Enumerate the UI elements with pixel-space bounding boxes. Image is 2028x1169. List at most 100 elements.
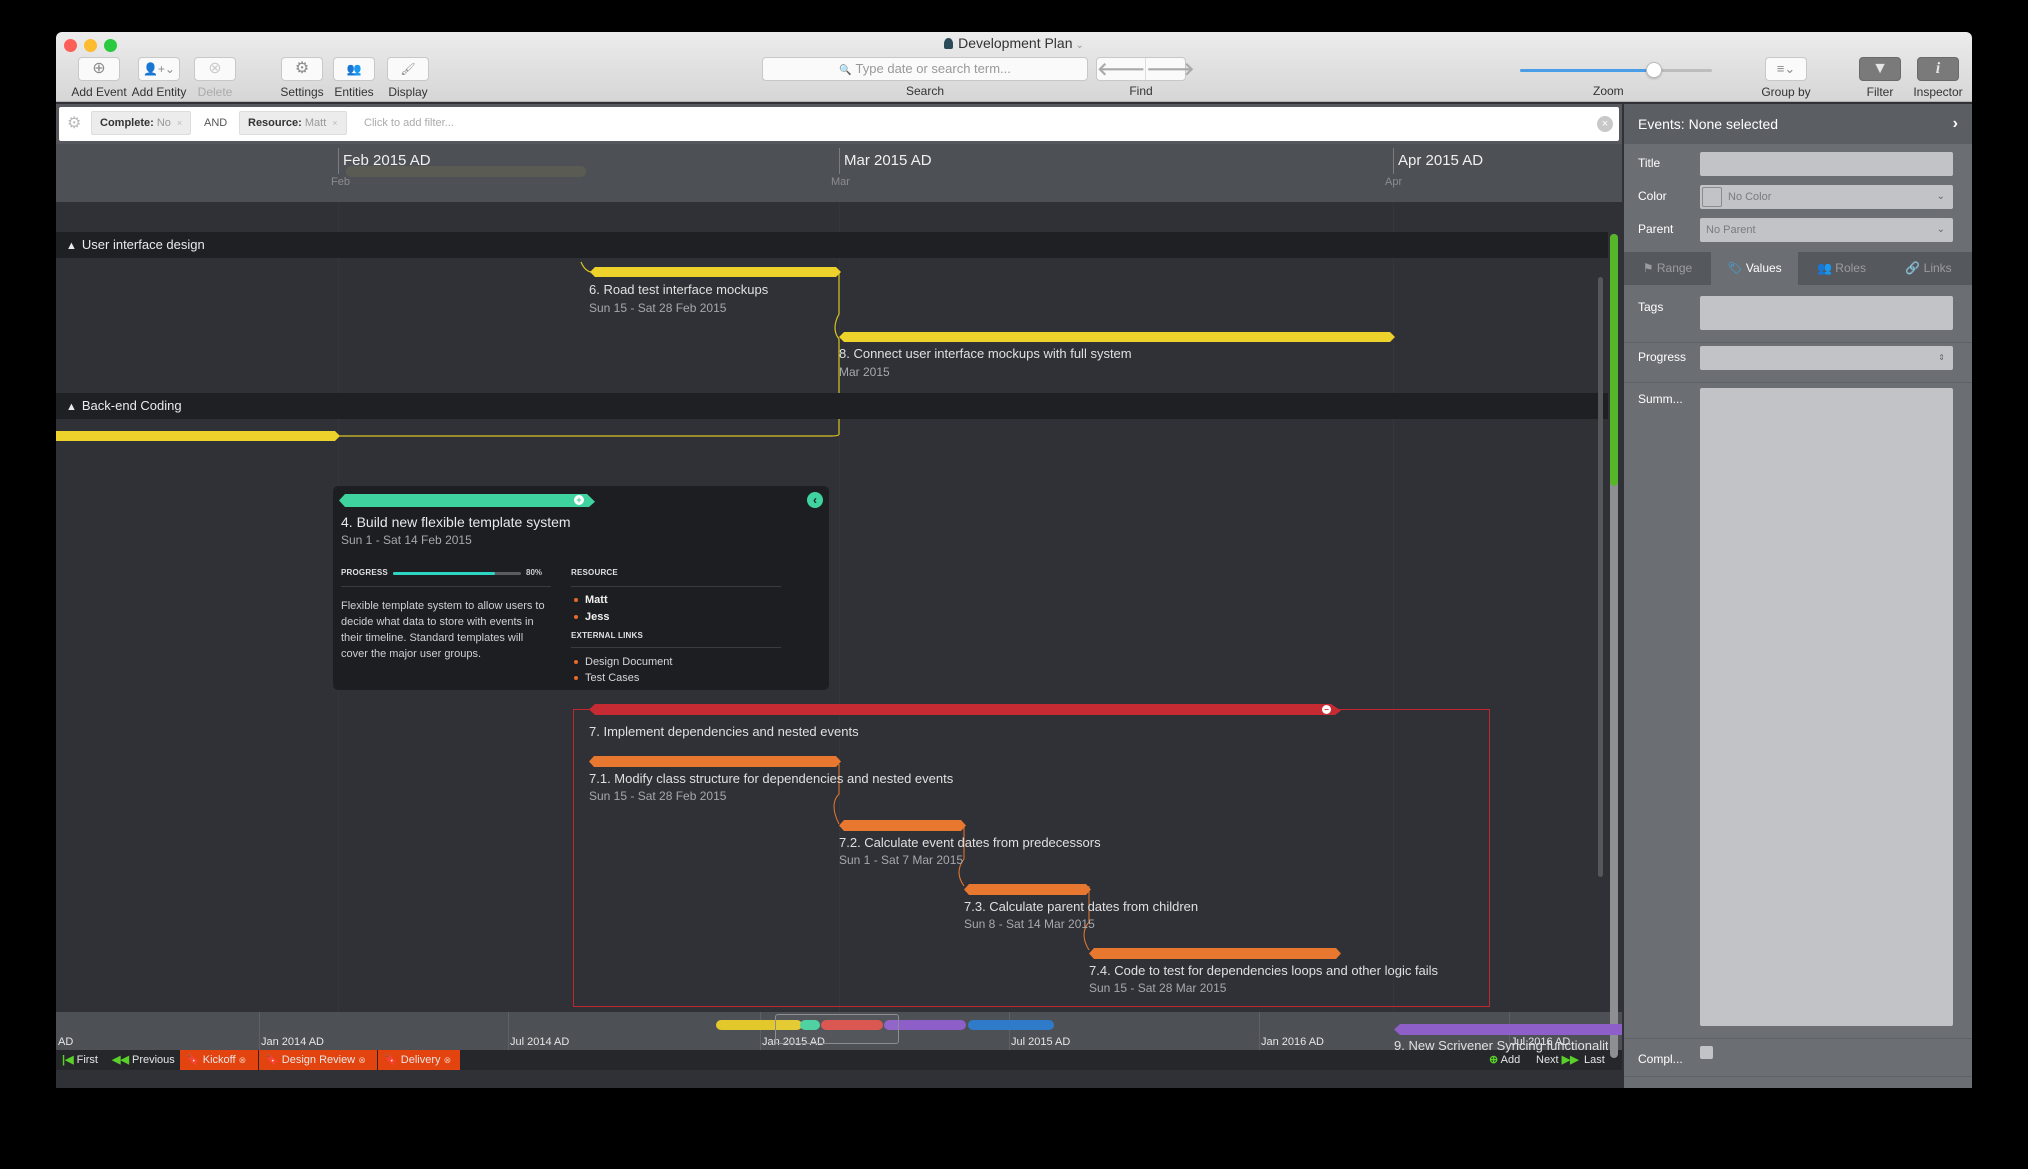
event-title-7-4[interactable]: 7.4. Code to test for dependencies loops… (1089, 963, 1438, 978)
event-title-6[interactable]: 6. Road test interface mockups (589, 282, 768, 297)
remove-bookmark-icon[interactable]: ⊗ (358, 1055, 366, 1065)
color-select[interactable]: No Color ⌄ (1700, 185, 1953, 209)
zoom-slider[interactable] (1520, 62, 1712, 78)
paintbrush-icon: 🖌 (387, 57, 429, 81)
event-bar-7-4[interactable] (1089, 948, 1341, 959)
event-bar-7-2[interactable] (839, 820, 966, 831)
event-title-9[interactable]: 9. New Scrivener Syncing functionalit (1394, 1038, 1608, 1053)
list-lines-icon: ≡⌄ (1765, 57, 1807, 81)
overview-label: Jan 2016 AD (1261, 1036, 1324, 1048)
event-bar-continuing[interactable] (56, 431, 340, 441)
filter-chip-resource[interactable]: Resource: Matt × (239, 111, 347, 135)
event-bar-7-1[interactable] (589, 756, 841, 767)
add-event-button[interactable]: ⊕ Add Event (66, 57, 132, 99)
tab-range[interactable]: ⚑ Range (1624, 252, 1711, 285)
event-bar-4[interactable] (339, 494, 595, 507)
collapse-minus-icon[interactable]: − (1322, 705, 1331, 714)
collapse-caret-icon[interactable]: ▲ (66, 394, 77, 420)
summary-label: Summ... (1638, 392, 1683, 406)
clear-filter-icon[interactable]: × (1597, 116, 1613, 132)
search-label: Search (905, 84, 945, 98)
event-title-7-2[interactable]: 7.2. Calculate event dates from predeces… (839, 835, 1101, 850)
remove-chip-icon[interactable]: × (332, 118, 337, 128)
overview-label: AD (58, 1036, 74, 1048)
filter-field[interactable]: ⚙ Complete: No × AND Resource: Matt × Clic… (59, 107, 1619, 141)
find-next-arrow-icon[interactable]: 🡒 (1145, 58, 1195, 80)
inspector-button[interactable]: i Inspector (1909, 57, 1967, 99)
first-button[interactable]: |◀ First (56, 1050, 104, 1070)
gear-icon[interactable]: ⚙ (67, 113, 81, 133)
remove-bookmark-icon[interactable]: ⊗ (239, 1055, 247, 1065)
resource-item[interactable]: Matt (571, 592, 609, 609)
bookmark-delivery[interactable]: 🔖 Delivery ⊗ (378, 1050, 460, 1070)
progress-stepper[interactable]: ⇕ (1700, 346, 1953, 370)
event-bar-6[interactable] (590, 267, 841, 277)
search-input[interactable]: 🔍 Type date or search term... (762, 57, 1088, 81)
external-link[interactable]: Design Document (571, 654, 672, 670)
chevron-down-icon: ⌄ (1075, 40, 1084, 51)
overview-gridline (508, 1012, 509, 1050)
timeline-canvas[interactable]: Feb 2015 AD Feb Mar 2015 AD Mar Apr 2015… (56, 144, 1622, 1070)
event-bar-7-3[interactable] (964, 884, 1091, 895)
group-header-back-end-coding[interactable]: ▲ Back-end Coding (56, 393, 1608, 419)
overview-label: Jul 2014 AD (510, 1036, 570, 1048)
inspector-tabs: ⚑ Range 🏷 Values 👥 Roles 🔗 Links (1624, 252, 1972, 285)
resource-item[interactable]: Jess (571, 609, 609, 626)
next-button[interactable]: Next ▶▶ (1530, 1050, 1585, 1070)
chevron-down-icon: ⌄ (1936, 191, 1945, 202)
add-filter-placeholder[interactable]: Click to add filter... (364, 111, 454, 135)
summary-textarea[interactable] (1700, 388, 1953, 1026)
previous-button[interactable]: ◀◀ Previous (106, 1050, 181, 1070)
display-button[interactable]: 🖌 Display (378, 57, 438, 99)
add-entity-button[interactable]: 👤+⌄ Add Entity (124, 57, 194, 99)
event-bar-9[interactable] (1394, 1024, 1622, 1035)
tab-values[interactable]: 🏷 Values (1711, 252, 1798, 285)
timeline-inner-scrollbar[interactable] (1598, 277, 1603, 877)
find-previous-arrow-icon[interactable]: 🡐 (1097, 58, 1145, 80)
bookmark-icon: 🔖 (384, 1054, 398, 1066)
find-controls: 🡐 🡒 (1096, 57, 1195, 81)
tags-field[interactable] (1700, 296, 1953, 330)
delete-button[interactable]: ⊗ Delete (185, 57, 245, 99)
chevron-right-icon[interactable]: › (1953, 104, 1958, 144)
bookmark-design-review[interactable]: 🔖 Design Review ⊗ (259, 1050, 377, 1070)
tab-links[interactable]: 🔗 Links (1885, 252, 1972, 285)
vertical-scrollbar-thumb[interactable] (1610, 234, 1618, 486)
back-chevron-icon[interactable]: ‹ (807, 492, 823, 508)
overview-timeline[interactable]: AD Jan 2014 AD Jul 2014 AD Jan 2015 AD J… (56, 1012, 1622, 1050)
event-bar-8[interactable] (839, 332, 1395, 342)
expand-icon[interactable]: + (574, 495, 584, 505)
event-popover-card[interactable]: + ‹ 4. Build new flexible template syste… (333, 486, 829, 690)
event-bar-7[interactable] (589, 704, 1341, 715)
event-title-7[interactable]: 7. Implement dependencies and nested eve… (589, 724, 859, 739)
event-title-7-3[interactable]: 7.3. Calculate parent dates from childre… (964, 899, 1198, 914)
window-title[interactable]: Development Plan ⌄ (56, 35, 1972, 51)
title-field[interactable] (1700, 152, 1953, 176)
remove-bookmark-icon[interactable]: ⊗ (444, 1055, 452, 1065)
complete-checkbox[interactable] (1700, 1046, 1713, 1059)
stepper-arrows-icon[interactable]: ⇕ (1938, 346, 1945, 370)
entities-button[interactable]: 👥 Entities (326, 57, 382, 99)
filter-button[interactable]: ▼ Filter (1856, 57, 1904, 99)
group-by-button[interactable]: ≡⌄ Group by (1756, 57, 1816, 99)
tab-roles[interactable]: 👥 Roles (1798, 252, 1885, 285)
overview-gridline (1009, 1012, 1010, 1050)
bookmark-icon: 🔖 (186, 1054, 200, 1066)
add-bookmark-button[interactable]: ⊕ Add (1483, 1050, 1526, 1070)
progress-percent: 80% (526, 568, 543, 577)
filter-chip-complete[interactable]: Complete: No × (91, 111, 192, 135)
external-link[interactable]: Test Cases (571, 670, 672, 686)
color-swatch (1702, 187, 1722, 207)
parent-select[interactable]: No Parent ⌄ (1700, 218, 1953, 242)
filter-conjunction: AND (204, 117, 228, 129)
overview-viewport-window[interactable] (775, 1014, 899, 1044)
event-title-7-1[interactable]: 7.1. Modify class structure for dependen… (589, 771, 953, 786)
remove-chip-icon[interactable]: × (177, 118, 182, 128)
previous-icon: ◀◀ (112, 1054, 129, 1066)
bookmark-kickoff[interactable]: 🔖 Kickoff ⊗ (180, 1050, 258, 1070)
event-title-8[interactable]: 8. Connect user interface mockups with f… (839, 346, 1132, 361)
vertical-scrollbar[interactable] (1610, 234, 1618, 1058)
inspector-header: Events: None selected › (1624, 104, 1972, 144)
zoom-slider-knob[interactable] (1646, 62, 1663, 78)
settings-button[interactable]: ⚙ Settings (272, 57, 332, 99)
